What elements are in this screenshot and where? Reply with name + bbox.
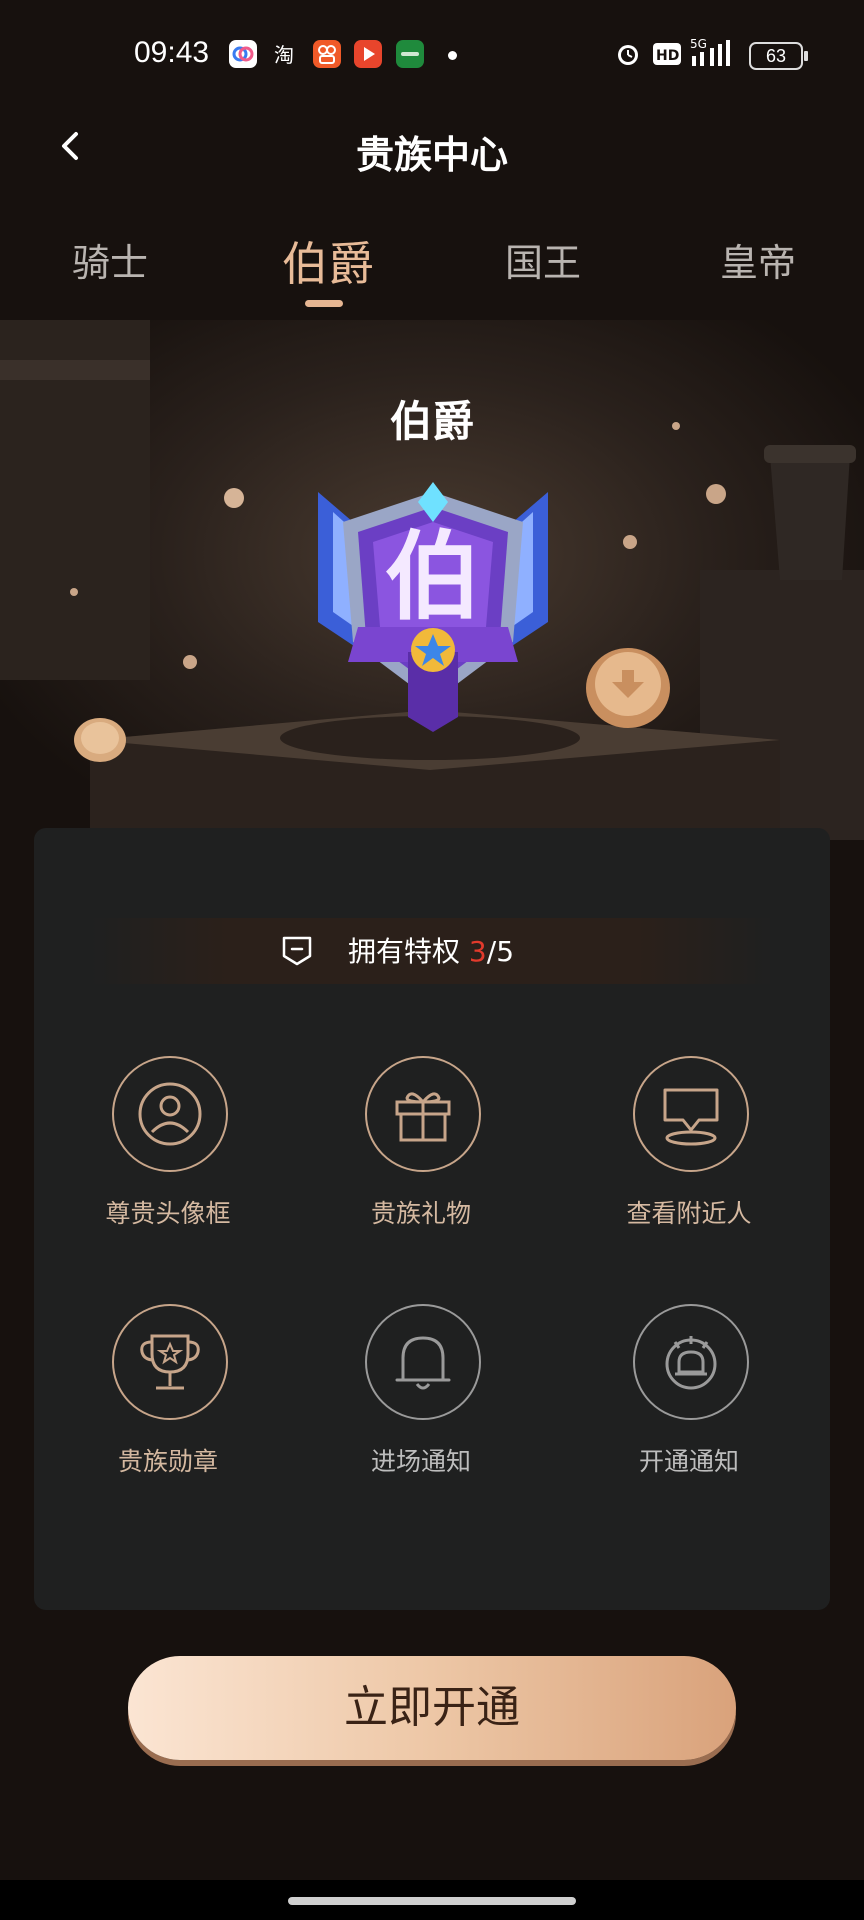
lamp-icon — [665, 1336, 717, 1390]
privilege-label-nearby-people: 查看附近人 — [626, 1199, 752, 1228]
earl-rank-badge: 伯 — [318, 482, 548, 732]
app-notification-icon — [229, 40, 257, 68]
more-notifications-dot — [448, 51, 457, 60]
privilege-owned-count: 3 — [468, 935, 487, 968]
taobao-icon: 淘 — [272, 40, 300, 68]
privilege-label-medal: 贵族勋章 — [117, 1447, 218, 1476]
alarm-icon — [618, 45, 638, 65]
active-tab-indicator — [305, 300, 343, 307]
oppo-icon — [396, 40, 424, 68]
privilege-label-gift: 贵族礼物 — [370, 1199, 471, 1228]
activate-now-button[interactable]: 立即开通 — [128, 1656, 736, 1760]
badge-character: 伯 — [385, 521, 481, 633]
privilege-item-activation-notice[interactable] — [633, 1304, 749, 1420]
tab-knight[interactable]: 骑士 — [72, 232, 148, 287]
trophy-icon — [140, 1334, 200, 1390]
kuaishou-icon — [313, 40, 341, 68]
bell-icon — [395, 1336, 451, 1390]
privilege-label-avatar-frame: 尊贵头像框 — [105, 1199, 231, 1228]
signal-icon: 5G — [690, 37, 730, 66]
tab-earl[interactable]: 伯爵 — [282, 228, 374, 294]
nearby-people-icon — [663, 1088, 719, 1146]
gift-icon — [395, 1092, 451, 1142]
privilege-label-entry-notice: 进场通知 — [370, 1447, 471, 1476]
privilege-total-count: 5 — [496, 935, 515, 968]
privilege-separator: / — [486, 935, 497, 968]
rank-title: 伯爵 — [389, 397, 474, 446]
privilege-item-entry-notice[interactable] — [365, 1304, 481, 1420]
battery-indicator: 63 — [749, 42, 808, 70]
tab-emperor[interactable]: 皇帝 — [720, 232, 796, 287]
privilege-item-avatar-frame[interactable] — [112, 1056, 228, 1172]
hd-icon: HD — [653, 43, 681, 65]
privilege-label-activation-notice: 开通通知 — [638, 1447, 739, 1476]
tab-king[interactable]: 国王 — [505, 232, 581, 287]
privilege-label: 拥有特权 — [348, 935, 461, 968]
privilege-item-nearby-people[interactable] — [633, 1056, 749, 1172]
video-app-icon — [354, 40, 382, 68]
home-indicator[interactable] — [288, 1897, 576, 1905]
page-title: 贵族中心 — [355, 133, 508, 177]
clock: 09:43 — [134, 36, 210, 69]
status-bar: 09:43 淘 HD 5G 63 — [0, 0, 864, 110]
svg-text:HD: HD — [656, 48, 679, 64]
avatar-frame-icon — [138, 1082, 202, 1146]
privilege-count: 拥有特权 3/5 — [348, 930, 514, 970]
privilege-item-medal[interactable] — [112, 1304, 228, 1420]
shield-icon — [282, 936, 312, 966]
privilege-item-gift[interactable] — [365, 1056, 481, 1172]
svg-text:淘: 淘 — [274, 43, 294, 67]
svg-text:5G: 5G — [690, 37, 707, 51]
